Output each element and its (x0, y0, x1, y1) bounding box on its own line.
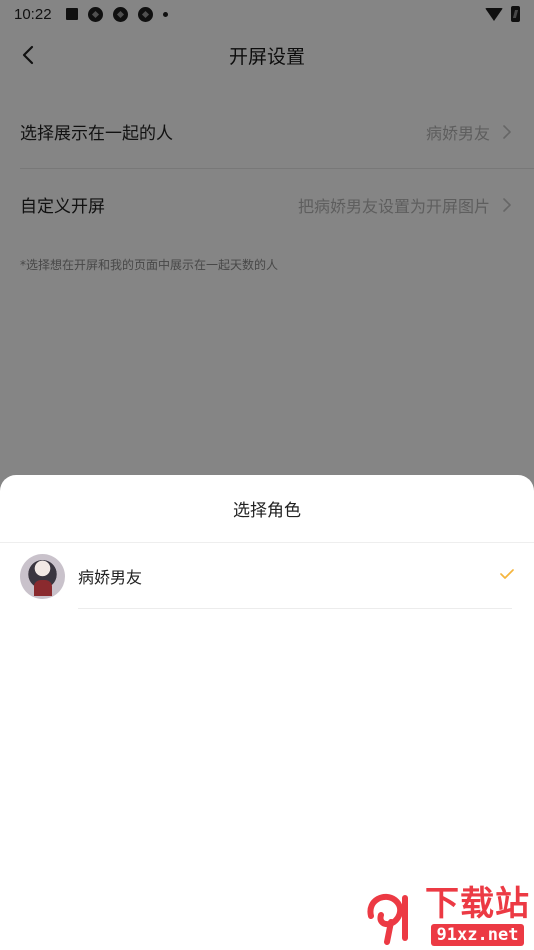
watermark-logo-icon (367, 893, 408, 945)
watermark: 下载站 91xz.net (361, 887, 530, 946)
checkmark-icon (500, 569, 514, 579)
role-name: 病娇男友 (78, 568, 143, 587)
watermark-title: 下载站 (425, 884, 530, 924)
sheet-header: 选择角色 (0, 475, 534, 543)
watermark-url: 91xz.net (430, 924, 525, 946)
sheet-title: 选择角色 (233, 501, 301, 521)
role-avatar (20, 553, 65, 599)
role-list-item[interactable]: 病娇男友 (0, 543, 534, 609)
role-picker-sheet: 选择角色 病娇男友 (0, 475, 534, 950)
